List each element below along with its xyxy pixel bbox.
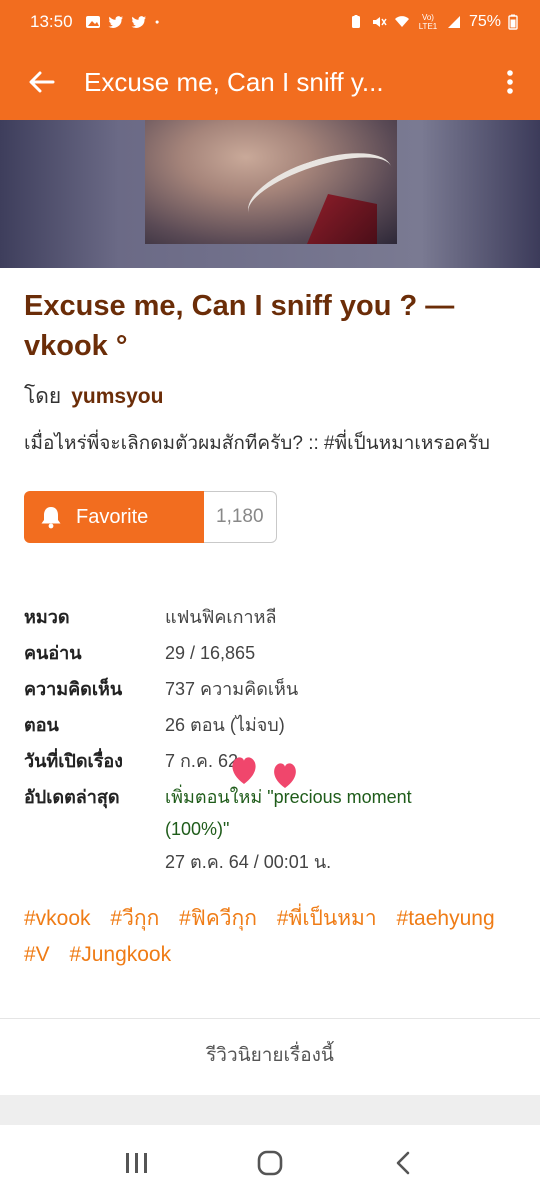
info-row-update: อัปเดตล่าสุด เพิ่มตอนใหม่ "precious mome…: [24, 779, 524, 845]
story-title: Excuse me, Can I sniff you ? — vkook °: [24, 290, 455, 362]
more-vert-icon: [507, 70, 513, 94]
favorite-label: Favorite: [76, 505, 149, 528]
info-key: คนอ่าน: [24, 643, 82, 663]
app-bar: Excuse me, Can I sniff y...: [0, 44, 540, 120]
wifi-icon: [394, 16, 409, 27]
byline: โดย yumsyou: [24, 380, 524, 413]
system-icons: Vo) LTE1 75%: [348, 13, 518, 31]
network-label: Vo) LTE1: [418, 13, 438, 31]
info-row: หมวด แฟนฟิคเกาหลี: [24, 599, 524, 635]
info-value: 7 ก.ค. 62: [165, 751, 238, 771]
section-separator: [0, 1095, 540, 1125]
info-value: แฟนฟิคเกาหลี: [165, 607, 277, 627]
status-bar: 13:50 Vo) LTE1 75%: [0, 0, 540, 44]
tag-link[interactable]: #วีกุก: [110, 901, 159, 937]
update-date: 27 ต.ค. 64 / 00:01 น.: [165, 852, 332, 872]
update-line-2: (100%)": [165, 819, 230, 839]
status-time: 13:50: [30, 12, 73, 31]
info-key: ความคิดเห็น: [24, 679, 123, 699]
battery-icon: [508, 14, 518, 30]
info-key: ตอน: [24, 715, 59, 735]
app-bar-title: Excuse me, Can I sniff y...: [84, 66, 384, 97]
arrow-left-icon: [29, 71, 55, 93]
tag-link[interactable]: #V: [24, 937, 50, 973]
info-row: ตอน 26 ตอน (ไม่จบ): [24, 707, 524, 743]
info-key: หมวด: [24, 607, 70, 627]
info-table: หมวด แฟนฟิคเกาหลี คนอ่าน 29 / 16,865 ควา…: [24, 599, 524, 879]
signal-icon: [447, 16, 460, 28]
dot-icon: [155, 20, 159, 24]
home-icon: [257, 1150, 283, 1175]
battery-percent: 75%: [468, 13, 501, 30]
back-button[interactable]: [0, 44, 84, 120]
chevron-left-icon: [397, 1151, 410, 1174]
tag-link[interactable]: #Jungkook: [70, 937, 172, 973]
tag-link[interactable]: #vkook: [24, 901, 91, 937]
story-description: เมื่อไหร่พี่จะเลิกดมตัวผมสักทีครับ? :: #…: [24, 433, 490, 454]
cover-image[interactable]: [145, 120, 401, 244]
story-details: Excuse me, Can I sniff you ? — vkook ° โ…: [24, 268, 524, 973]
info-row: ความคิดเห็น 737 ความคิดเห็น: [24, 671, 524, 707]
favorite-count: 1,180: [204, 491, 277, 543]
tag-list: #vkook #วีกุก #ฟิควีกุก #พี่เป็นหมา #tae…: [24, 901, 524, 973]
divider: [0, 1018, 540, 1019]
info-value: 26 ตอน (ไม่จบ): [165, 715, 285, 735]
tag-link[interactable]: #taehyung: [397, 901, 495, 937]
by-label: โดย: [24, 385, 62, 408]
notification-icons: [85, 15, 164, 29]
favorite-group: Favorite 1,180: [24, 491, 524, 543]
system-nav-bar: [0, 1125, 540, 1200]
review-story-link[interactable]: รีวิวนิยายเรื่องนี้: [0, 1040, 540, 1070]
author-link[interactable]: yumsyou: [71, 385, 163, 408]
tag-link[interactable]: #พี่เป็นหมา: [277, 901, 377, 937]
more-options-button[interactable]: [480, 44, 540, 120]
twitter-icon: [131, 16, 146, 28]
twitter-icon: [108, 16, 123, 28]
info-key: อัปเดตล่าสุด: [24, 787, 120, 807]
gallery-icon: [85, 16, 100, 28]
back-nav-button[interactable]: [373, 1133, 433, 1193]
favorite-button[interactable]: Favorite: [24, 491, 204, 543]
info-value: 29 / 16,865: [165, 643, 256, 663]
bell-icon: [41, 507, 61, 529]
info-row: คนอ่าน 29 / 16,865: [24, 635, 524, 671]
info-row: วันที่เปิดเรื่อง 7 ก.ค. 62: [24, 743, 524, 779]
recents-button[interactable]: [107, 1133, 167, 1193]
tag-link[interactable]: #ฟิควีกุก: [179, 901, 257, 937]
cover-banner: [0, 120, 540, 268]
latest-update-link[interactable]: เพิ่มตอนใหม่ "precious moment (100%)": [165, 781, 412, 845]
info-key: วันที่เปิดเรื่อง: [24, 751, 123, 771]
home-button[interactable]: [240, 1133, 300, 1193]
info-value: 737 ความคิดเห็น: [165, 679, 299, 699]
recents-icon: [125, 1152, 147, 1173]
battery-saver-icon: [351, 15, 360, 28]
mute-icon: [372, 17, 387, 27]
update-line-1: เพิ่มตอนใหม่ "precious moment: [165, 787, 412, 807]
